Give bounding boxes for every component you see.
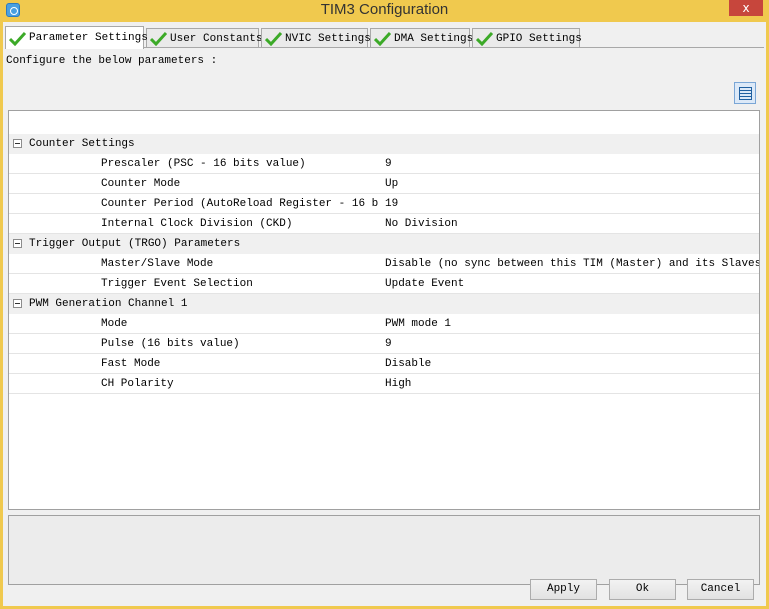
param-row[interactable]: Prescaler (PSC - 16 bits value) 9 xyxy=(9,154,759,174)
tab-gpio-settings[interactable]: GPIO Settings xyxy=(472,28,582,48)
param-row[interactable]: Master/Slave Mode Disable (no sync betwe… xyxy=(9,254,759,274)
group-label: Trigger Output (TRGO) Parameters xyxy=(29,238,241,250)
param-row[interactable]: Mode PWM mode 1 xyxy=(9,314,759,334)
param-value[interactable]: Update Event xyxy=(385,278,464,290)
param-name: Pulse (16 bits value) xyxy=(101,338,240,350)
tab-nvic-settings[interactable]: NVIC Settings xyxy=(261,28,371,48)
collapse-icon[interactable] xyxy=(13,139,22,148)
param-value[interactable]: 9 xyxy=(385,338,392,350)
tab-label: NVIC Settings xyxy=(285,32,371,45)
check-icon xyxy=(374,31,391,46)
check-icon xyxy=(476,31,493,46)
tab-dma-settings[interactable]: DMA Settings xyxy=(370,28,474,48)
group-label: PWM Generation Channel 1 xyxy=(29,298,188,310)
param-value[interactable]: High xyxy=(385,378,411,390)
tab-user-constants[interactable]: User Constants xyxy=(146,28,263,48)
tab-label: GPIO Settings xyxy=(496,32,582,45)
param-value[interactable]: Disable (no sync between this TIM (Maste… xyxy=(385,258,759,270)
param-value[interactable]: No Division xyxy=(385,218,458,230)
param-name: CH Polarity xyxy=(101,378,174,390)
param-row[interactable]: CH Polarity High xyxy=(9,374,759,394)
description-panel xyxy=(8,515,760,585)
param-name: Internal Clock Division (CKD) xyxy=(101,218,293,230)
check-icon xyxy=(265,31,282,46)
check-icon xyxy=(9,31,26,46)
title-bar[interactable]: TIM3 Configuration x xyxy=(0,0,769,22)
param-name: Master/Slave Mode xyxy=(101,258,214,270)
window-title: TIM3 Configuration xyxy=(320,1,449,18)
ok-button[interactable]: Ok xyxy=(609,579,676,600)
param-value[interactable]: Up xyxy=(385,178,398,190)
tab-parameter-settings[interactable]: Parameter Settings xyxy=(5,26,148,49)
list-view-button[interactable] xyxy=(734,82,756,104)
group-trigger-output[interactable]: Trigger Output (TRGO) Parameters xyxy=(9,234,759,254)
param-name: Counter Mode xyxy=(101,178,181,190)
tab-label: User Constants xyxy=(170,32,263,45)
collapse-icon[interactable] xyxy=(13,299,22,308)
param-name: Fast Mode xyxy=(101,358,161,370)
dialog-body: Parameter Settings User Constants NVIC S… xyxy=(3,22,766,606)
param-value[interactable]: 19 xyxy=(385,198,398,210)
tab-label: DMA Settings xyxy=(394,32,474,45)
check-icon xyxy=(150,31,167,46)
param-name: Trigger Event Selection xyxy=(101,278,253,290)
param-row[interactable]: Internal Clock Division (CKD) No Divisio… xyxy=(9,214,759,234)
param-name: Mode xyxy=(101,318,128,330)
param-row[interactable]: Fast Mode Disable xyxy=(9,354,759,374)
group-pwm-channel-1[interactable]: PWM Generation Channel 1 xyxy=(9,294,759,314)
param-row[interactable]: Pulse (16 bits value) 9 xyxy=(9,334,759,354)
collapse-icon[interactable] xyxy=(13,239,22,248)
param-row[interactable]: Counter Mode Up xyxy=(9,174,759,194)
param-value[interactable]: PWM mode 1 xyxy=(385,318,451,330)
tab-bar: Parameter Settings User Constants NVIC S… xyxy=(5,26,605,49)
param-row[interactable]: Trigger Event Selection Update Event xyxy=(9,274,759,294)
apply-button[interactable]: Apply xyxy=(530,579,597,600)
group-label: Counter Settings xyxy=(29,138,135,150)
param-value[interactable]: 9 xyxy=(385,158,392,170)
cancel-button[interactable]: Cancel xyxy=(687,579,754,600)
param-value[interactable]: Disable xyxy=(385,358,431,370)
tab-label: Parameter Settings xyxy=(29,32,148,44)
button-bar: Apply Ok Cancel xyxy=(3,579,766,606)
param-name: Prescaler (PSC - 16 bits value) xyxy=(101,158,306,170)
intro-text: Configure the below parameters : xyxy=(6,55,218,67)
group-counter-settings[interactable]: Counter Settings xyxy=(9,134,759,154)
parameter-grid[interactable]: Counter Settings Prescaler (PSC - 16 bit… xyxy=(8,110,760,510)
close-button[interactable]: x xyxy=(729,0,763,16)
param-row[interactable]: Counter Period (AutoReload Register - 16… xyxy=(9,194,759,214)
param-name: Counter Period (AutoReload Register - 16… xyxy=(101,198,379,210)
